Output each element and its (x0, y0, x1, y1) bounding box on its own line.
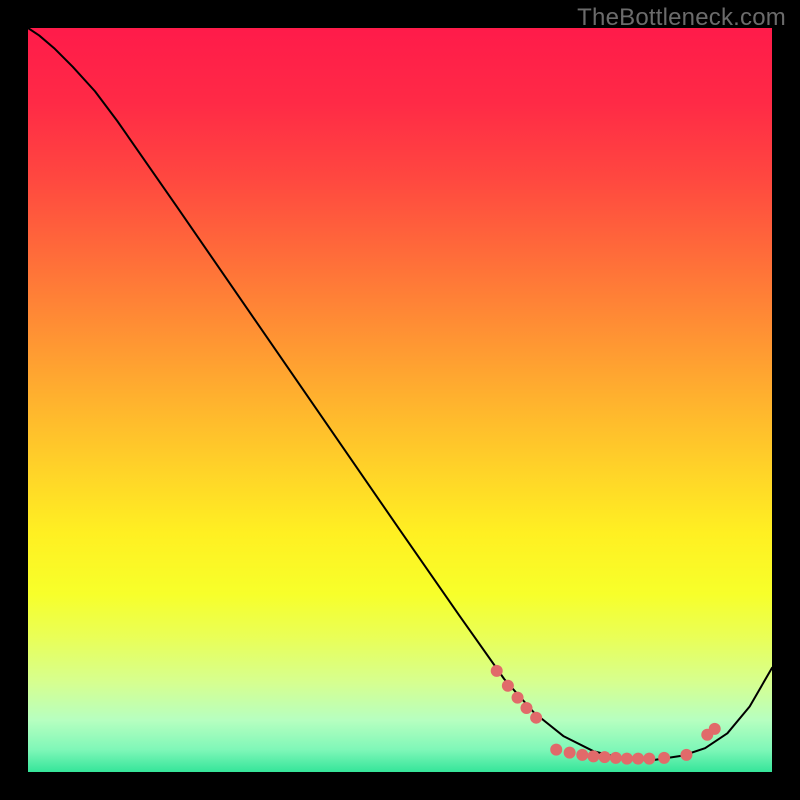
watermark-text: TheBottleneck.com (577, 4, 786, 32)
marker-dot (632, 753, 644, 765)
marker-dot (658, 752, 670, 764)
marker-dot (709, 723, 721, 735)
marker-dot (564, 747, 576, 759)
marker-dot (587, 750, 599, 762)
marker-dot (491, 665, 503, 677)
marker-dot (576, 749, 588, 761)
plot-area (28, 28, 772, 772)
marker-dot (520, 702, 532, 714)
marker-dot (512, 692, 524, 704)
marker-dot (550, 744, 562, 756)
marker-dot (643, 753, 655, 765)
marker-dot (502, 680, 514, 692)
marker-dot (599, 751, 611, 763)
marker-dot (610, 752, 622, 764)
marker-dot (530, 712, 542, 724)
marker-dot (680, 749, 692, 761)
gradient-background (28, 28, 772, 772)
marker-dot (621, 753, 633, 765)
chart-container: TheBottleneck.com (0, 0, 800, 800)
plot-svg (28, 28, 772, 772)
